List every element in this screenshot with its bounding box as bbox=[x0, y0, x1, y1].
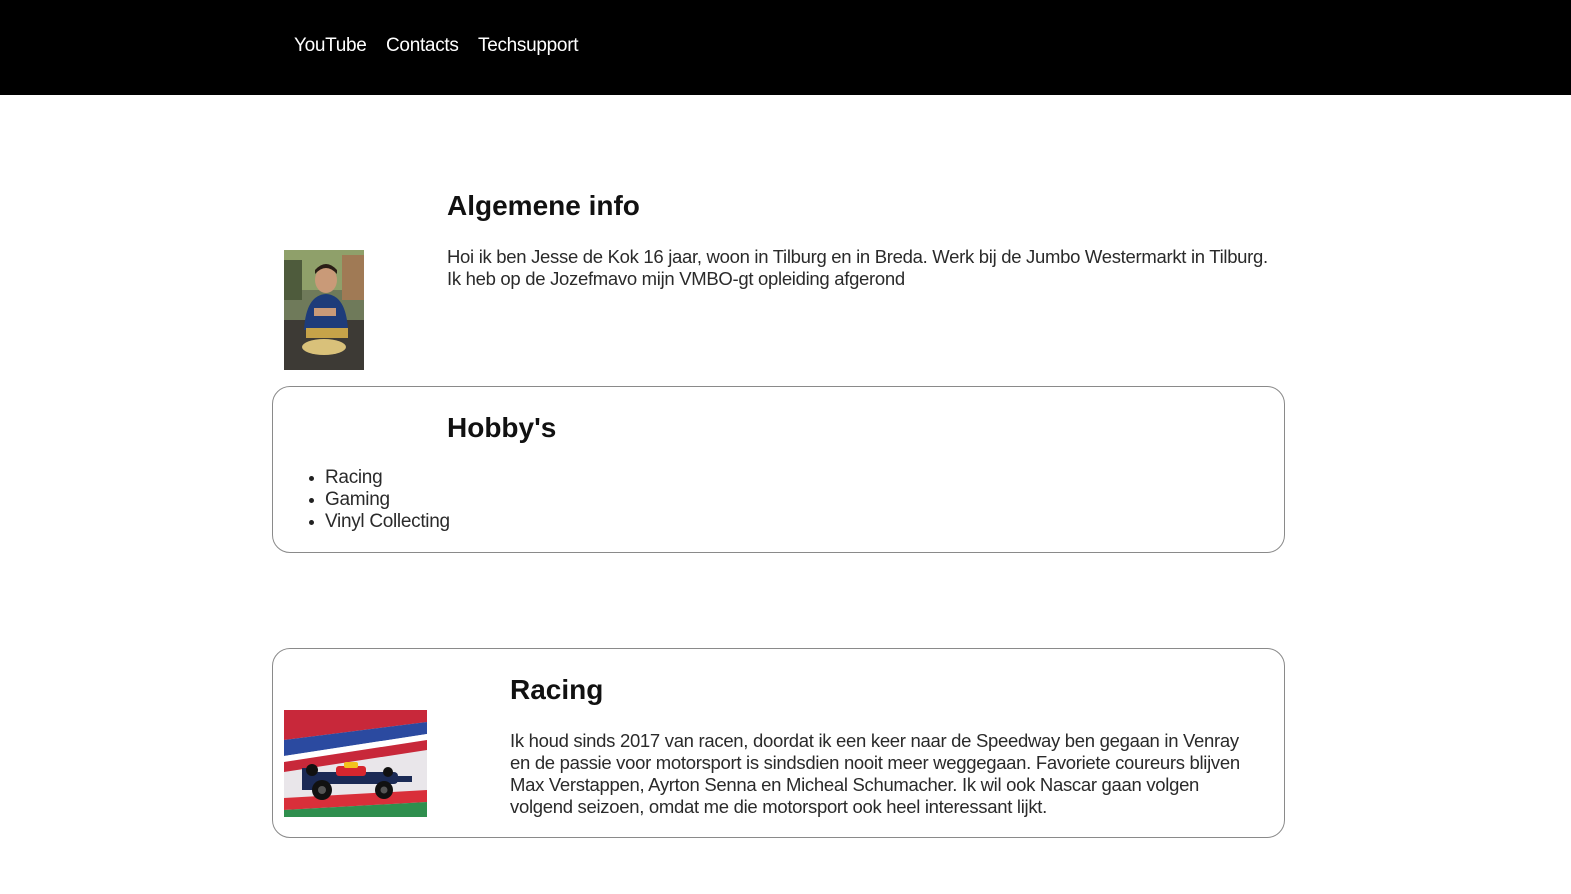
racing-text: Ik houd sinds 2017 van racen, doordat ik… bbox=[510, 730, 1240, 817]
nav-link-contacts[interactable]: Contacts bbox=[386, 35, 459, 57]
hobbies-heading: Hobby's bbox=[447, 412, 557, 443]
nav-link-techsupport[interactable]: Techsupport bbox=[478, 35, 579, 57]
nav-link-youtube[interactable]: YouTube bbox=[294, 35, 367, 57]
hobbies-list: Racing Gaming Vinyl Collecting bbox=[309, 467, 450, 533]
list-item: Gaming bbox=[309, 489, 450, 511]
hobbies-card: Hobby's Racing Gaming Vinyl Collecting bbox=[272, 386, 1285, 553]
top-nav-bar: YouTube Contacts Techsupport bbox=[0, 0, 1571, 95]
profile-photo bbox=[284, 250, 364, 370]
info-text: Hoi ik ben Jesse de Kok 16 jaar, woon in… bbox=[447, 246, 1268, 289]
racing-heading: Racing bbox=[510, 674, 604, 705]
racing-card: Racing Ik houd sinds 2017 van racen, doo… bbox=[272, 648, 1285, 838]
info-heading: Algemene info bbox=[447, 190, 640, 221]
list-item: Racing bbox=[309, 467, 450, 489]
racing-car-image bbox=[284, 710, 427, 817]
list-item: Vinyl Collecting bbox=[309, 511, 450, 533]
